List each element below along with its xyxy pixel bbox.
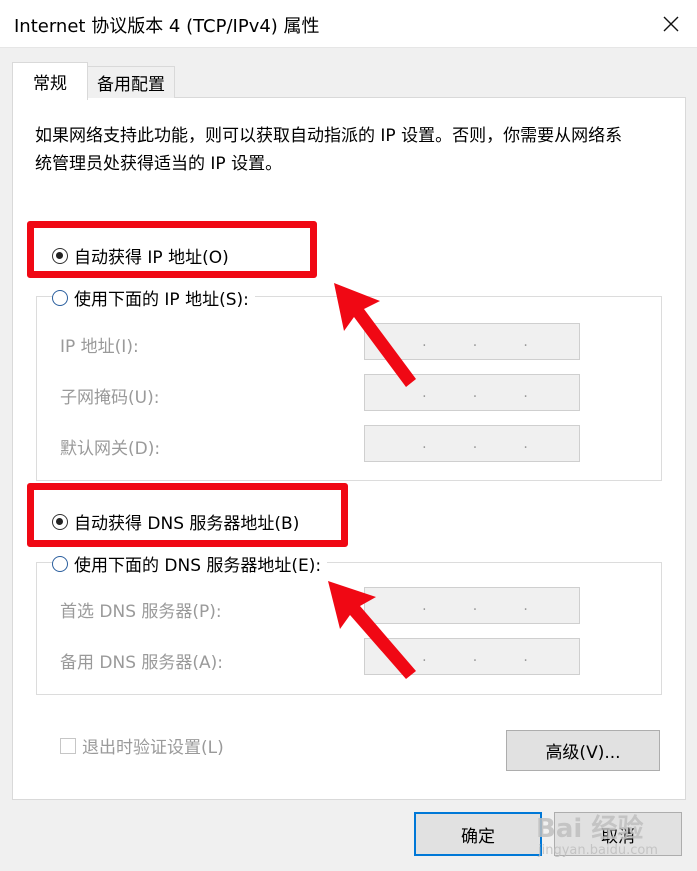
tab-general[interactable]: 常规 [12,62,88,100]
validate-on-exit-checkbox[interactable]: 退出时验证设置(L) [60,733,224,758]
close-button[interactable] [648,4,694,44]
radio-manual-dns-label: 使用下面的 DNS 服务器地址(E): [74,556,322,576]
ip-address-label: IP 地址(I): [60,337,139,357]
annotation-arrow-icon [328,581,416,679]
tab-general-label: 常规 [33,74,67,94]
radio-manual-ip-indicator[interactable] [52,289,68,306]
validate-checkbox-box[interactable] [60,737,76,754]
highlight-box-auto-dns [27,483,348,547]
close-icon [663,16,679,32]
advanced-button[interactable]: 高级(V)... [506,730,660,771]
radio-manual-ip[interactable]: 使用下面的 IP 地址(S): [52,285,255,310]
subnet-mask-label: 子网掩码(U): [60,388,160,408]
watermark-url: jingyan.baidu.com [538,843,658,858]
annotation-arrow-icon [334,283,416,387]
description-text: 如果网络支持此功能，则可以获取自动指派的 IP 设置。否则，你需要从网络系统管理… [35,126,623,174]
radio-manual-dns-indicator[interactable] [52,555,68,572]
preferred-dns-label: 首选 DNS 服务器(P): [60,602,222,622]
highlight-box-auto-ip [27,221,317,278]
radio-manual-ip-label: 使用下面的 IP 地址(S): [74,290,249,310]
ok-button[interactable]: 确定 [414,812,542,856]
ok-button-label: 确定 [461,826,495,847]
default-gateway-label: 默认网关(D): [60,439,161,459]
tab-alternate-label: 备用配置 [97,75,165,95]
window-title: Internet 协议版本 4 (TCP/IPv4) 属性 [14,16,320,37]
watermark-logo: Bai 经验 [536,814,644,844]
radio-manual-dns[interactable]: 使用下面的 DNS 服务器地址(E): [52,551,328,576]
validate-checkbox-label: 退出时验证设置(L) [82,738,224,758]
default-gateway-input[interactable]: ... [364,425,580,462]
alternate-dns-label: 备用 DNS 服务器(A): [60,653,224,673]
advanced-button-label: 高级(V)... [545,743,621,763]
tab-alternate-config[interactable]: 备用配置 [87,66,175,98]
